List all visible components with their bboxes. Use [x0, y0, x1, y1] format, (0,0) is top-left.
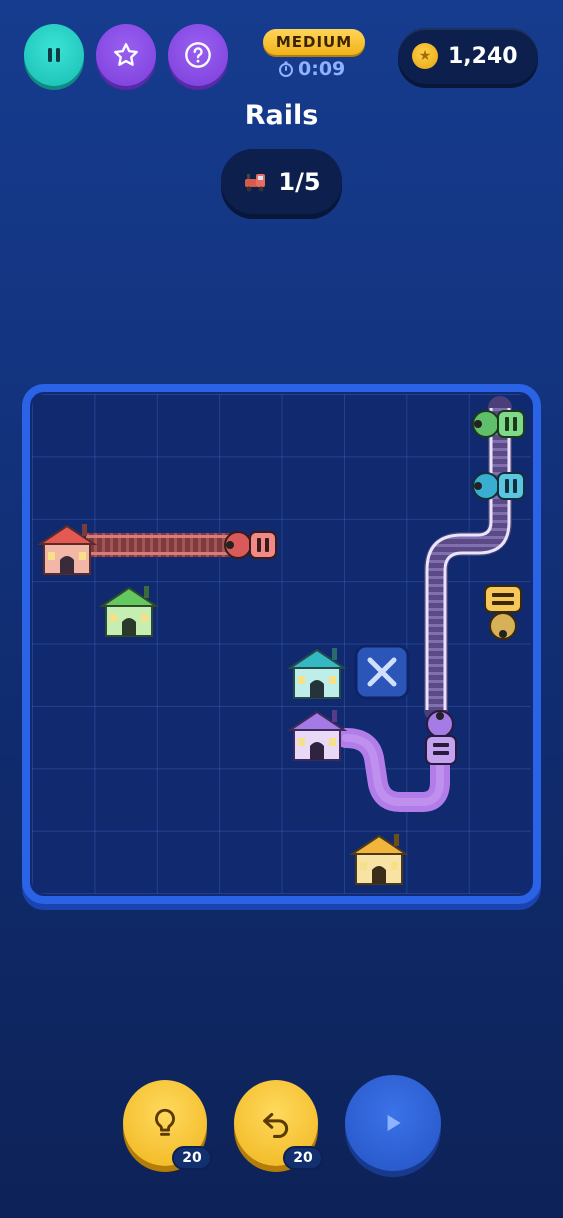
level-progress-text: 1/5 [278, 167, 321, 196]
page-title: Rails [244, 100, 319, 131]
red-station [36, 524, 98, 575]
coin-icon: ★ [412, 43, 438, 69]
game-board[interactable] [22, 384, 541, 904]
pause-icon [48, 48, 60, 62]
red-rail [86, 533, 230, 557]
star-icon [114, 43, 138, 66]
pause-button[interactable] [24, 24, 84, 86]
difficulty-badge: MEDIUM [263, 29, 365, 55]
help-button[interactable] [168, 24, 228, 86]
timer-value: 0:09 [298, 58, 346, 80]
stopwatch-icon [279, 61, 293, 77]
coin-count: 1,240 [448, 43, 518, 69]
help-icon [185, 42, 211, 68]
timer: 0:09 [278, 57, 358, 81]
yellow-train[interactable] [484, 585, 522, 640]
red-train[interactable] [224, 531, 277, 559]
level-progress: 1/5 [221, 149, 342, 214]
blocked-tile [354, 644, 410, 700]
lightbulb-icon [155, 1108, 175, 1136]
yellow-station [348, 834, 410, 885]
train-icon [245, 173, 266, 191]
purple-train[interactable] [425, 710, 457, 765]
favorite-button[interactable] [96, 24, 156, 86]
purple-station [286, 710, 348, 761]
green-train[interactable] [472, 410, 525, 438]
play-button[interactable] [345, 1075, 441, 1171]
teal-station [286, 648, 348, 699]
board-layer [36, 396, 525, 885]
blue-rail [424, 396, 512, 722]
coin-balance: ★ 1,240 [398, 28, 538, 84]
undo-icon [263, 1112, 289, 1139]
green-station [98, 586, 160, 637]
teal-train[interactable] [472, 472, 525, 500]
undo-count-badge: 20 [283, 1146, 323, 1170]
play-icon [387, 1114, 401, 1132]
hint-count-badge: 20 [172, 1146, 212, 1170]
